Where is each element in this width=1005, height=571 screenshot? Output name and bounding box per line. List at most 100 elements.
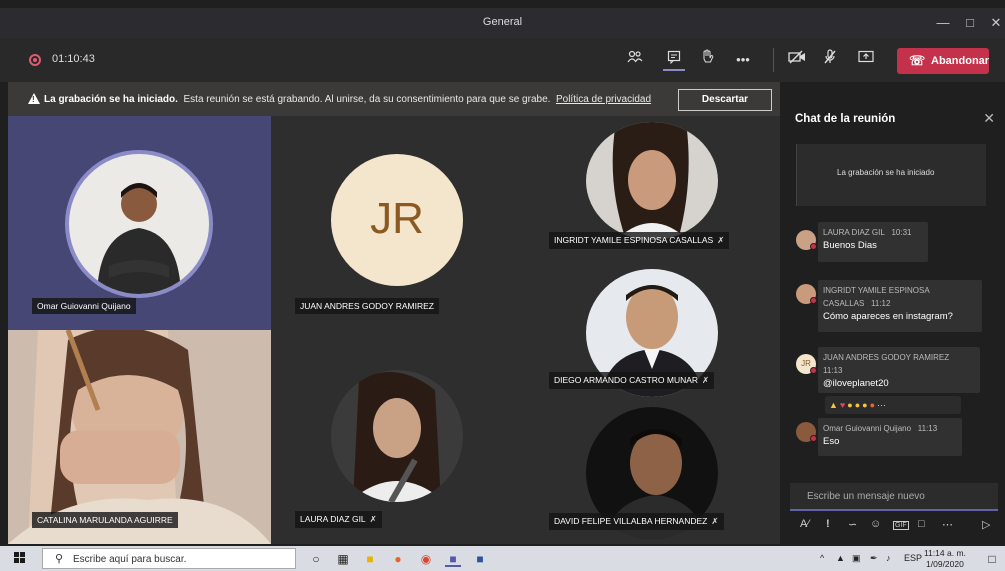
volume-icon[interactable]: ♪ [886,553,891,563]
windows-taskbar: ⚲ Escribe aquí para buscar. ○ ▦ ■ ● ◉ ■ … [0,546,1005,571]
close-chat-icon[interactable]: ✕ [983,110,995,127]
message-text: @iloveplanet20 [823,378,889,389]
raise-hand-icon[interactable] [696,49,718,71]
participant-name-tag: LAURA DIAZ GIL ✗ [295,511,382,528]
privacy-policy-link[interactable]: Política de privacidad [556,94,651,105]
taskbar-search-input[interactable]: ⚲ Escribe aquí para buscar. [42,548,296,569]
message-author-cont: CASALLAS [823,299,865,308]
cortana-icon[interactable]: ○ [308,551,324,567]
participant-name-tag: DIEGO ARMANDO CASTRO MUNAR ✗ [549,372,715,389]
video-tile[interactable]: LAURA DIAZ GIL ✗ [271,330,525,544]
message-author: LAURA DIAZ GIL [823,228,885,237]
notifications-icon[interactable]: □ [984,551,1000,567]
video-tile[interactable]: CATALINA MARULANDA AGUIRRE [8,330,271,544]
maximize-icon[interactable]: □ [958,12,982,34]
message-text: Cómo apareces en instagram? [823,311,953,322]
more-reactions-icon[interactable]: ⋯ [877,400,888,410]
dismiss-button[interactable]: Descartar [678,89,772,111]
pen-icon[interactable]: ✒ [870,553,878,564]
important-icon[interactable]: ! [826,518,830,530]
file-explorer-icon[interactable]: ■ [362,551,378,567]
chat-message[interactable]: JUAN ANDRES GODOY RAMIREZ 11:13 @ilovepl… [818,347,980,393]
sticker-icon[interactable]: □ [918,518,925,530]
leave-label: Abandonar [931,55,990,67]
message-author: Omar Guiovanni Quijano [823,424,912,433]
title-bar: General — □ ✕ [0,8,1005,38]
reaction-bar[interactable]: ▲♥●●●●⋯ [825,396,961,414]
video-tile[interactable]: INGRIDT YAMILE ESPINOSA CASALLAS ✗ [525,116,780,263]
more-options-icon[interactable]: ••• [732,49,754,71]
message-author: JUAN ANDRES GODOY RAMIREZ [823,353,950,362]
teams-icon[interactable]: ■ [445,551,461,567]
security-icon[interactable]: ▲ [836,553,845,563]
video-tile[interactable]: DIEGO ARMANDO CASTRO MUNAR ✗ [525,263,780,403]
task-view-icon[interactable]: ▦ [335,551,351,567]
system-clock[interactable]: 11:14 a. m. 1/09/2020 [924,548,966,570]
banner-text: La grabación se ha iniciado. Esta reunió… [44,94,651,105]
window-title: General [482,16,523,28]
send-icon[interactable]: ▷ [982,518,990,531]
chat-message[interactable]: INGRIDT YAMILE ESPINOSA CASALLAS 11:12 C… [818,280,982,332]
sad-reaction-icon[interactable]: ● [862,400,869,410]
microphone-off-icon: ✗ [711,516,719,526]
angry-reaction-icon[interactable]: ● [870,400,877,410]
participant-avatar: JR [331,154,463,286]
close-icon[interactable]: ✕ [984,12,1005,34]
attach-icon[interactable]: ∽ [848,518,857,531]
show-hidden-icons-icon[interactable]: ^ [820,553,824,563]
language-indicator[interactable]: ESP [904,553,922,563]
chrome-icon[interactable]: ◉ [418,551,434,567]
like-reaction-icon[interactable]: ▲ [829,400,840,410]
recording-banner: La grabación se ha iniciado. Esta reunió… [8,82,780,116]
minimize-icon[interactable]: — [931,12,955,34]
firefox-icon[interactable]: ● [390,551,406,567]
video-tile[interactable]: JR JUAN ANDRES GODOY RAMIREZ [271,116,525,330]
laugh-reaction-icon[interactable]: ● [847,400,854,410]
system-message-text: La grabación se ha iniciado [837,168,935,177]
chat-icon[interactable] [663,49,685,71]
microphone-off-icon: ✗ [717,235,725,245]
format-icon[interactable]: A⁄ [800,518,809,530]
network-icon[interactable]: ▣ [852,553,861,564]
windows-start-icon[interactable] [14,552,26,564]
participant-name-tag: CATALINA MARULANDA AGUIRRE [32,512,178,528]
participant-name: Omar Guiovanni Quijano [37,301,131,311]
chat-message[interactable]: LAURA DIAZ GIL 10:31 Buenos Dias [818,222,928,262]
status-dot [810,435,817,442]
chat-message[interactable]: Omar Guiovanni Quijano 11:13 Eso [818,418,962,456]
participant-name-tag: DAVID FELIPE VILLALBA HERNANDEZ ✗ [549,513,724,530]
participant-name-tag: INGRIDT YAMILE ESPINOSA CASALLAS ✗ [549,232,730,249]
participant-name: DAVID FELIPE VILLALBA HERNANDEZ [554,516,708,526]
more-options-icon[interactable]: ⋯ [942,518,953,531]
message-time: 10:31 [891,228,912,237]
video-tile[interactable]: Omar Guiovanni Quijano [8,116,271,330]
microphone-off-icon: ✗ [702,375,710,385]
compose-placeholder: Escribe un mensaje nuevo [807,491,925,502]
warning-icon [28,93,40,104]
participant-photo [331,370,463,502]
share-screen-icon[interactable] [855,49,877,71]
participants-icon[interactable] [624,49,646,71]
hang-up-icon: ☏ [909,53,926,68]
status-dot [810,243,817,250]
participant-name: INGRIDT YAMILE ESPINOSA CASALLAS [554,235,714,245]
message-compose-box[interactable]: Escribe un mensaje nuevo [790,483,998,511]
participant-name-tag: JUAN ANDRES GODOY RAMIREZ [295,298,439,314]
participant-photo [65,150,213,298]
word-icon[interactable]: ■ [472,551,488,567]
gif-icon[interactable]: GIF [893,521,909,530]
clock-date: 1/09/2020 [926,559,964,569]
message-time: 11:12 [871,299,891,308]
video-tile[interactable]: DAVID FELIPE VILLALBA HERNANDEZ ✗ [525,403,780,544]
emoji-icon[interactable]: ☺ [870,518,881,530]
message-time: 11:13 [823,366,843,375]
toolbar-divider [773,48,774,72]
message-author: INGRIDT YAMILE ESPINOSA [823,286,930,295]
message-text: Buenos Dias [823,240,877,251]
status-dot [810,297,817,304]
meeting-timer: 01:10:43 [52,53,95,65]
leave-button[interactable]: ☏ Abandonar [897,48,989,74]
participant-name: LAURA DIAZ GIL [300,514,366,524]
camera-off-icon[interactable] [786,49,808,71]
microphone-off-icon[interactable] [819,49,841,71]
